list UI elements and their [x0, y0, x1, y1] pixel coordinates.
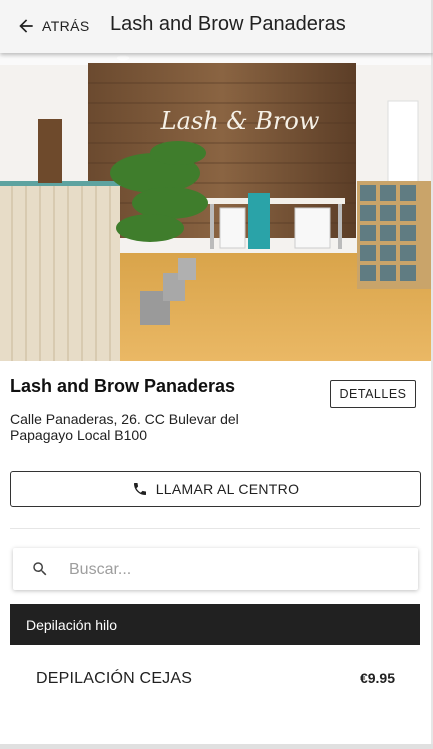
category-header[interactable]: Depilación hilo [10, 604, 420, 645]
back-label: ATRÁS [42, 18, 90, 34]
search-input[interactable] [67, 548, 411, 592]
salon-photo: Lash & Brow [0, 53, 433, 361]
section-divider [10, 528, 420, 529]
sign-text: Lash & Brow [160, 107, 320, 135]
address-line-2: Papagayo Local B100 [10, 427, 147, 443]
category-label: Depilación hilo [26, 616, 118, 633]
address-line-1: Calle Panaderas, 26. CC Bulevar del [10, 411, 239, 427]
call-center-label: LLAMAR AL CENTRO [155, 481, 300, 497]
top-app-bar: ATRÁS Lash and Brow Panaderas [0, 0, 433, 53]
bottom-edge [0, 744, 433, 749]
details-button[interactable]: DETALLES [330, 380, 416, 408]
back-button[interactable]: ATRÁS [10, 8, 96, 44]
arrow-left-icon [19, 19, 33, 33]
service-price: €9.95 [359, 670, 395, 686]
page-title: Lash and Brow Panaderas [110, 13, 346, 35]
call-center-button[interactable]: LLAMAR AL CENTRO [10, 471, 421, 507]
search-box [13, 548, 418, 592]
center-address: Calle Panaderas, 26. CC Bulevar del Papa… [10, 411, 280, 443]
center-name: Lash and Brow Panaderas [10, 376, 236, 396]
phone-icon [133, 483, 146, 495]
service-name: DEPILACIÓN CEJAS [36, 670, 193, 687]
search-icon [33, 562, 47, 576]
service-item[interactable]: DEPILACIÓN CEJAS €9.95 [10, 660, 420, 698]
